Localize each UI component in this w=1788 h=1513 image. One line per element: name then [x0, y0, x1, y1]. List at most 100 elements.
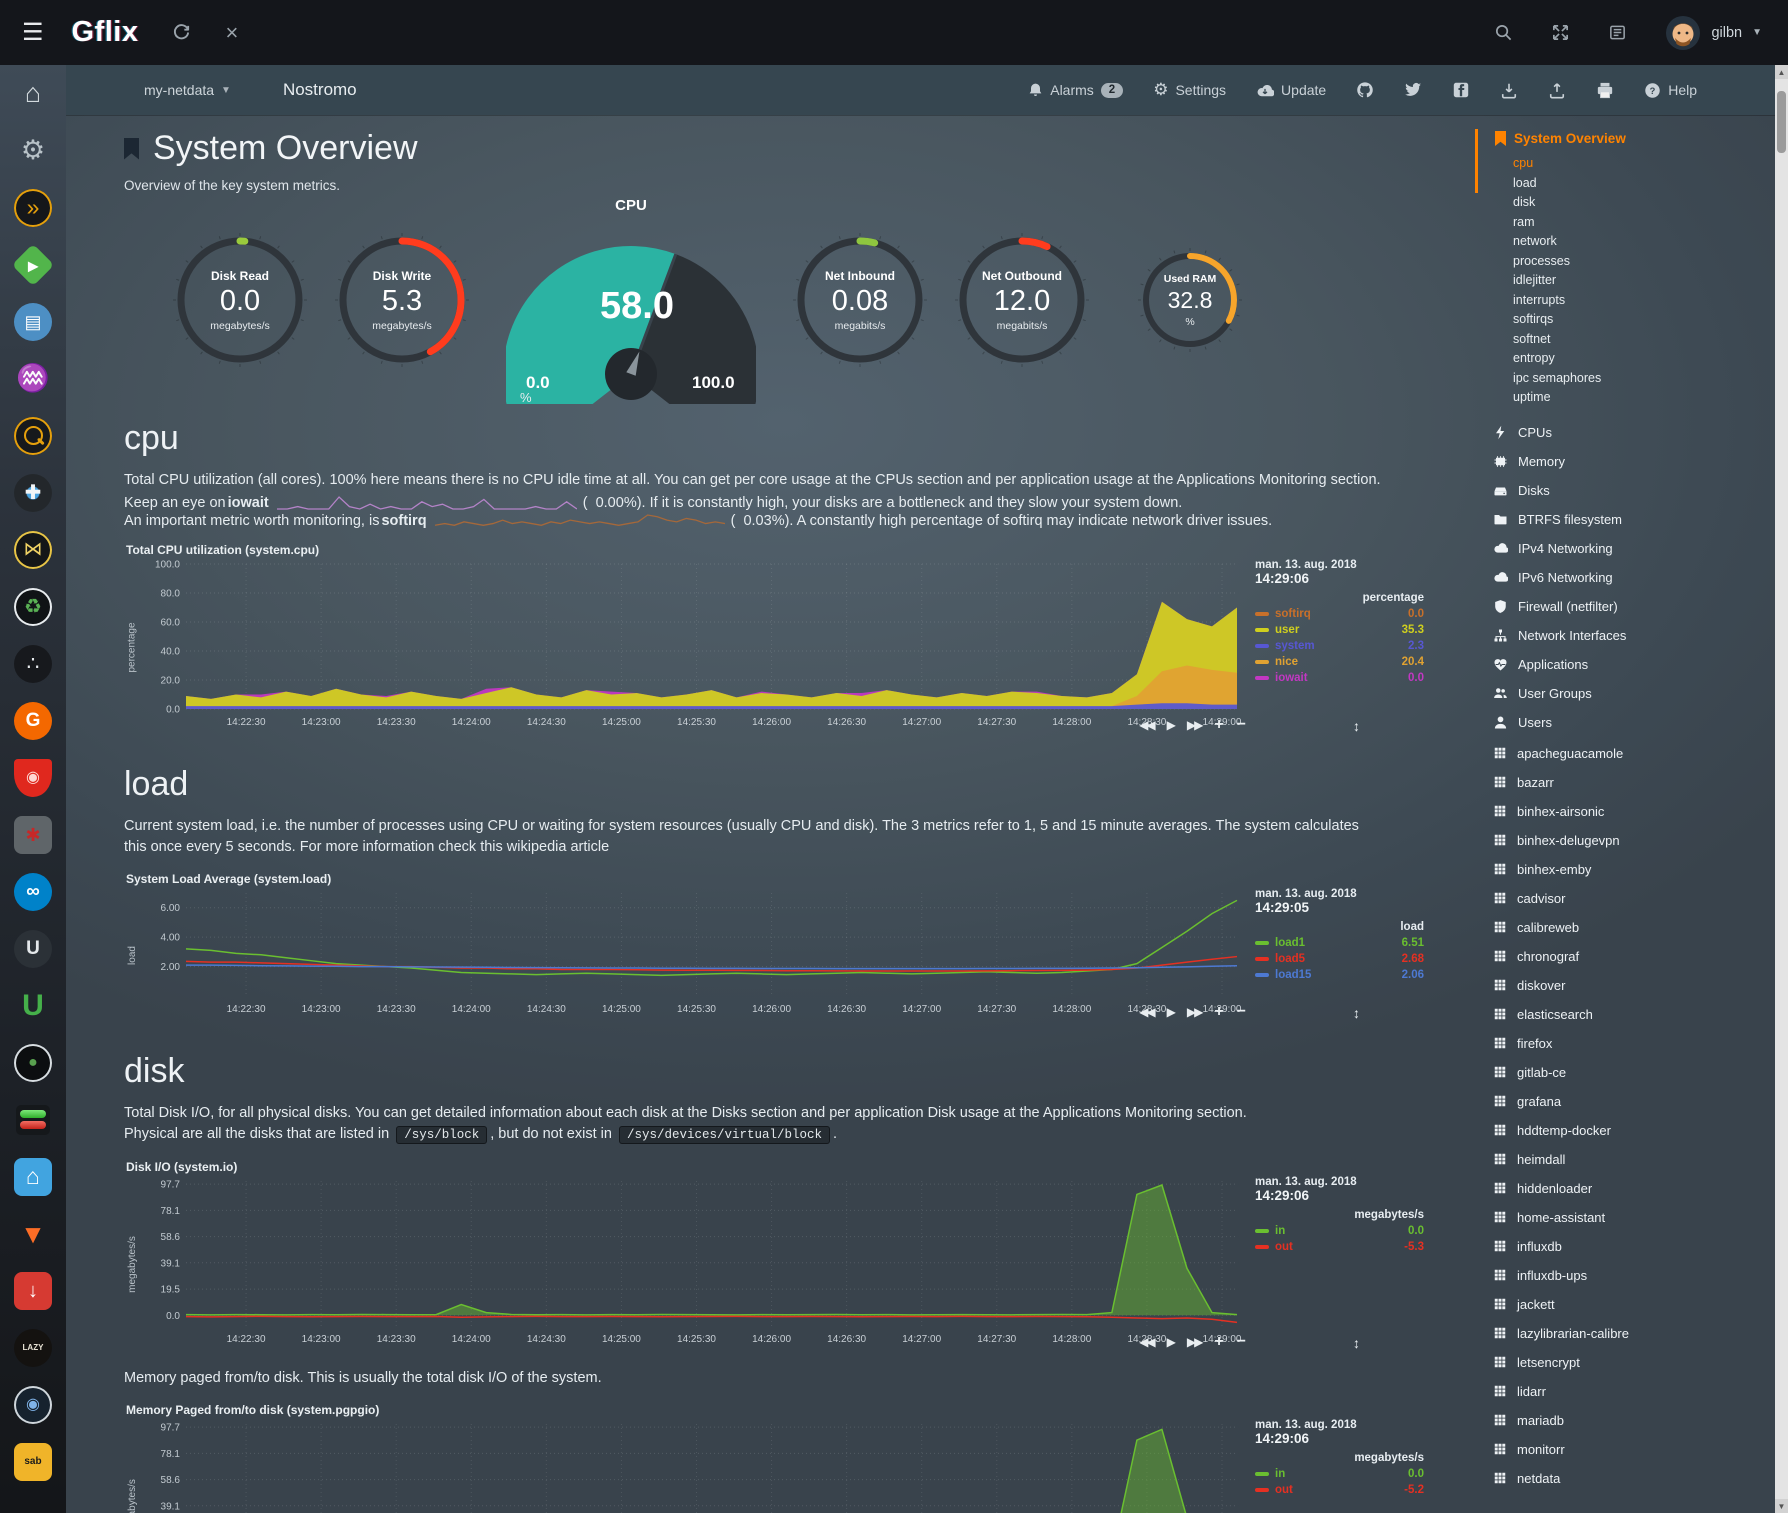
menu-app-binhex-emby[interactable]: binhex-emby [1477, 855, 1769, 884]
pan-forward-button[interactable]: ▶▶ [1187, 1005, 1201, 1019]
menu-app-netdata[interactable]: netdata [1477, 1464, 1769, 1493]
menu-section-cpus[interactable]: CPUs [1477, 418, 1769, 447]
registry-dropdown[interactable]: my-netdata▼ [144, 82, 231, 98]
gauge-net-inbound[interactable]: Net Inbound0.08megabits/s [790, 230, 930, 370]
zoom-out-button[interactable]: − [1237, 1333, 1246, 1351]
legend-row[interactable]: out-5.2 [1255, 1482, 1424, 1498]
twitter-icon[interactable] [1404, 82, 1422, 98]
menu-item-uptime[interactable]: uptime [1513, 388, 1769, 408]
menu-section-applications[interactable]: Applications [1477, 650, 1769, 679]
play-button[interactable]: ▶ [1167, 718, 1174, 732]
menu-item-softnet[interactable]: softnet [1513, 330, 1769, 350]
scroll-down-arrow[interactable]: ▼ [1775, 1499, 1788, 1513]
menu-app-home-assistant[interactable]: home-assistant [1477, 1203, 1769, 1232]
gauge-cpu[interactable]: CPU58.00.0100.0% [506, 197, 756, 404]
menu-app-heimdall[interactable]: heimdall [1477, 1145, 1769, 1174]
menu-item-interrupts[interactable]: interrupts [1513, 291, 1769, 311]
scrollbar-thumb[interactable] [1777, 91, 1786, 153]
zoom-out-button[interactable]: − [1237, 716, 1246, 734]
menu-item-cpu[interactable]: cpu [1513, 154, 1769, 174]
splash-u-icon[interactable]: U [0, 920, 66, 977]
zoom-in-button[interactable]: + [1214, 1003, 1223, 1021]
menu-app-bazarr[interactable]: bazarr [1477, 768, 1769, 797]
play-button[interactable]: ▶ [1167, 1335, 1174, 1349]
menu-app-hiddenloader[interactable]: hiddenloader [1477, 1174, 1769, 1203]
node-graph-icon[interactable]: ∴ [0, 635, 66, 692]
import-snapshot-icon[interactable] [1500, 82, 1518, 99]
menu-header-system-overview[interactable]: System Overview [1477, 131, 1769, 146]
facebook-icon[interactable] [1452, 81, 1470, 99]
magnifier-badge-icon[interactable] [0, 407, 66, 464]
softirq-sparkline[interactable] [435, 513, 725, 529]
print-icon[interactable] [1596, 82, 1614, 99]
play-button[interactable]: ▶ [1167, 1005, 1174, 1019]
zoom-in-button[interactable]: + [1214, 716, 1223, 734]
sab-icon[interactable]: sab [0, 1433, 66, 1490]
menu-item-idlejitter[interactable]: idlejitter [1513, 271, 1769, 291]
green-u-icon[interactable]: U [0, 977, 66, 1034]
waveform-icon[interactable]: ♒ [0, 350, 66, 407]
menu-item-processes[interactable]: processes [1513, 252, 1769, 272]
grafana-icon[interactable]: G [0, 692, 66, 749]
menu-section-user-groups[interactable]: User Groups [1477, 679, 1769, 708]
menu-item-network[interactable]: network [1513, 232, 1769, 252]
pan-forward-button[interactable]: ▶▶ [1187, 718, 1201, 732]
chart-plot[interactable]: 0.019.539.158.678.197.714:22:3014:23:001… [140, 1419, 1245, 1513]
chart-controls[interactable]: ◀◀▶▶▶+− [1139, 1003, 1246, 1021]
legend-row[interactable]: iowait0.0 [1255, 670, 1424, 686]
legend-row[interactable]: nice20.4 [1255, 654, 1424, 670]
menu-app-influxdb[interactable]: influxdb [1477, 1232, 1769, 1261]
alarms-button[interactable]: Alarms 2 [1028, 82, 1123, 98]
github-icon[interactable] [1356, 81, 1374, 99]
recycle-badge-icon[interactable]: ♻ [0, 578, 66, 635]
legend-row[interactable]: user35.3 [1255, 622, 1424, 638]
menu-app-letsencrypt[interactable]: letsencrypt [1477, 1348, 1769, 1377]
search-icon[interactable] [1494, 23, 1513, 42]
gauge-used-ram[interactable]: Used RAM32.8% [1138, 248, 1242, 352]
chart-plot[interactable]: 0.019.539.158.678.197.714:22:3014:23:001… [140, 1176, 1245, 1352]
chart-controls[interactable]: ◀◀▶▶▶+− [1139, 716, 1246, 734]
menu-app-apacheguacamole[interactable]: apacheguacamole [1477, 739, 1769, 768]
menu-app-mariadb[interactable]: mariadb [1477, 1406, 1769, 1435]
menu-app-chronograf[interactable]: chronograf [1477, 942, 1769, 971]
pan-backward-button[interactable]: ◀◀ [1139, 718, 1153, 732]
plex-chevron-icon[interactable]: » [0, 179, 66, 236]
menu-item-softirqs[interactable]: softirqs [1513, 310, 1769, 330]
status-pills-icon[interactable] [0, 1091, 66, 1148]
chart-resize-handle[interactable]: ↕ [1353, 1005, 1360, 1021]
legend-row[interactable]: softirq0.0 [1255, 606, 1424, 622]
chart-resize-handle[interactable]: ↕ [1353, 718, 1360, 734]
menu-app-firefox[interactable]: firefox [1477, 1029, 1769, 1058]
legend-row[interactable]: in0.0 [1255, 1223, 1424, 1239]
iowait-sparkline[interactable] [277, 495, 577, 511]
update-button[interactable]: Update [1256, 82, 1326, 98]
menu-app-binhex-airsonic[interactable]: binhex-airsonic [1477, 797, 1769, 826]
legend-row[interactable]: out-5.3 [1255, 1239, 1424, 1255]
menu-item-ram[interactable]: ram [1513, 213, 1769, 233]
pan-backward-button[interactable]: ◀◀ [1139, 1335, 1153, 1349]
gear-icon[interactable]: ⚙ [0, 122, 66, 179]
menu-app-grafana[interactable]: grafana [1477, 1087, 1769, 1116]
home-icon[interactable]: ⌂ [0, 65, 66, 122]
menu-section-ipv6-networking[interactable]: IPv6 Networking [1477, 563, 1769, 592]
download-badge-icon[interactable]: ↓ [0, 1262, 66, 1319]
menu-app-gitlab-ce[interactable]: gitlab-ce [1477, 1058, 1769, 1087]
legend-row[interactable]: load152.06 [1255, 967, 1424, 983]
menu-item-ipc-semaphores[interactable]: ipc semaphores [1513, 369, 1769, 389]
menu-app-elasticsearch[interactable]: elasticsearch [1477, 1000, 1769, 1029]
menu-section-network-interfaces[interactable]: Network Interfaces [1477, 621, 1769, 650]
user-menu[interactable]: gilbn ▼ [1665, 15, 1762, 51]
chart-plot[interactable]: 2.004.006.0014:22:3014:23:0014:23:3014:2… [140, 888, 1245, 1022]
refresh-icon[interactable] [172, 23, 191, 42]
bowtie-badge-icon[interactable]: ⋈ [0, 521, 66, 578]
media-library-icon[interactable]: ▤ [0, 293, 66, 350]
green-disc-icon[interactable]: ● [0, 1034, 66, 1091]
hostname-link[interactable]: Nostromo [283, 80, 357, 100]
zoom-out-button[interactable]: − [1237, 1003, 1246, 1021]
gauge-net-outbound[interactable]: Net Outbound12.0megabits/s [952, 230, 1092, 370]
menu-app-hddtemp-docker[interactable]: hddtemp-docker [1477, 1116, 1769, 1145]
menu-app-cadvisor[interactable]: cadvisor [1477, 884, 1769, 913]
menu-item-disk[interactable]: disk [1513, 193, 1769, 213]
legend-row[interactable]: in0.0 [1255, 1466, 1424, 1482]
zoom-in-button[interactable]: + [1214, 1333, 1223, 1351]
